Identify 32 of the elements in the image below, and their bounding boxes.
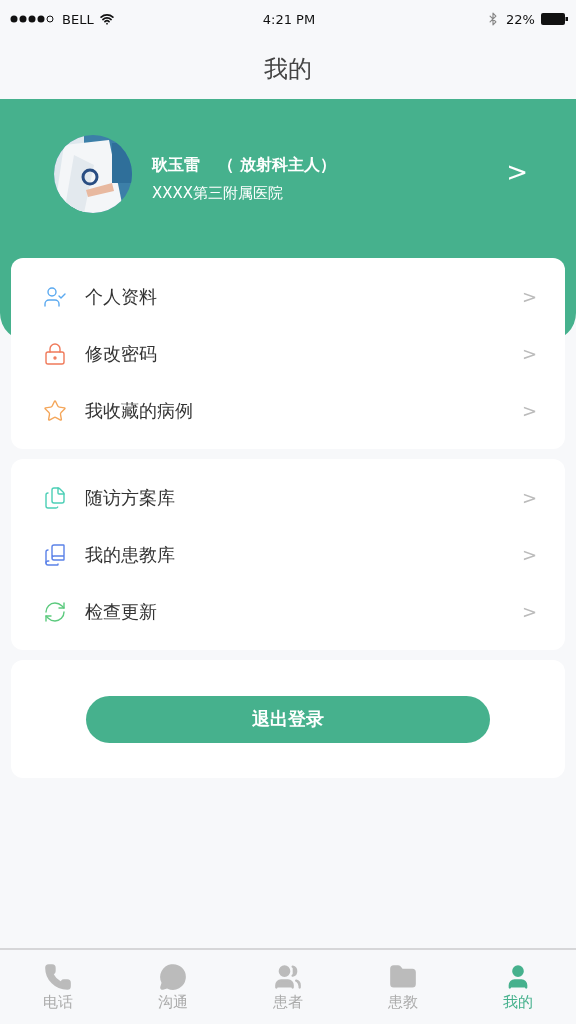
tab[interactable]: 患者 (230, 950, 346, 1024)
signal-icon (10, 15, 56, 23)
menu-item[interactable]: 修改密码 > (11, 325, 565, 382)
status-time: 4:21 PM (262, 11, 316, 27)
folder-icon (389, 962, 418, 991)
documents-icon (43, 485, 67, 510)
tab[interactable]: 电话 (0, 950, 116, 1024)
logout-button[interactable]: 退出登录 (86, 695, 490, 743)
hospital-name: XXXX第三附属医院 (152, 184, 285, 203)
menu-item[interactable]: 检查更新 > (11, 583, 565, 640)
menu-item[interactable]: 随访方案库 > (11, 469, 565, 526)
doctor-title: （ 放射科主人） (218, 155, 336, 176)
wifi-icon (99, 12, 114, 26)
refresh-icon (43, 599, 67, 624)
battery-icon (541, 13, 568, 25)
tab[interactable]: 我的 (460, 950, 576, 1024)
page-title: 我的 (263, 53, 313, 85)
user-check-icon (43, 284, 67, 309)
users-icon (274, 962, 302, 991)
carrier-name: BELL (62, 11, 94, 27)
star-icon (43, 398, 67, 423)
books-icon (43, 542, 67, 567)
battery-percent: 22% (506, 11, 535, 27)
menu-item[interactable]: 我的患教库 > (11, 526, 565, 583)
chat-icon (158, 962, 187, 991)
menu-item[interactable]: 个人资料 > (11, 268, 565, 325)
doctor-name: 耿玉雷 (152, 155, 200, 176)
tab[interactable]: 沟通 (115, 950, 231, 1024)
menu-item[interactable]: 我收藏的病例 > (11, 382, 565, 439)
tab[interactable]: 患教 (345, 950, 461, 1024)
padlock-icon (43, 341, 67, 366)
phone-icon (43, 962, 72, 991)
